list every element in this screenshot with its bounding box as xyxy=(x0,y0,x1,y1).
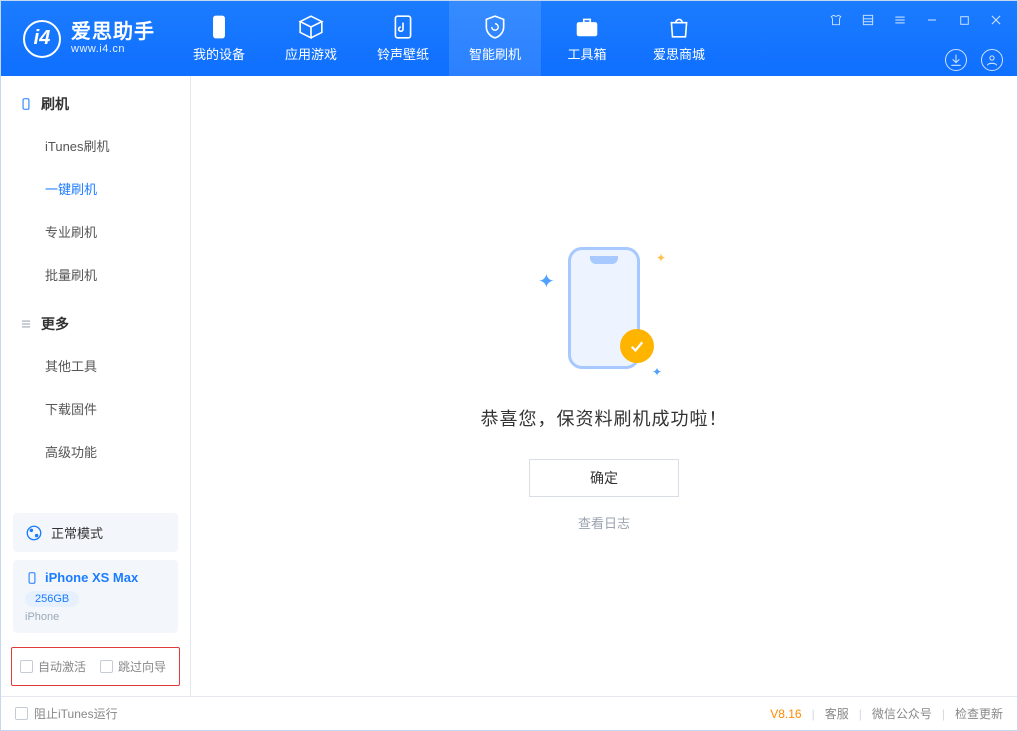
menu-icon[interactable] xyxy=(889,9,911,31)
flash-options-highlighted: 自动激活 跳过向导 xyxy=(11,647,180,686)
sparkle-icon: ✦ xyxy=(652,365,662,379)
device-mode-label: 正常模式 xyxy=(51,523,103,542)
cube-icon xyxy=(298,14,324,40)
sidebar-section-more: 更多 xyxy=(1,296,190,344)
logo-title: 爱思助手 xyxy=(71,21,155,43)
app-window: i4 爱思助手 www.i4.cn 我的设备 应用游戏 铃声壁纸 智能刷机 xyxy=(0,0,1018,731)
sidebar-item-itunes-flash[interactable]: iTunes刷机 xyxy=(1,124,190,167)
close-button[interactable] xyxy=(985,9,1007,31)
sidebar-section-label: 更多 xyxy=(41,314,69,334)
checkbox-label: 阻止iTunes运行 xyxy=(34,705,118,722)
sidebar-item-other-tools[interactable]: 其他工具 xyxy=(1,344,190,387)
checkbox-icon xyxy=(15,707,28,720)
mode-icon xyxy=(25,524,43,542)
body: 刷机 iTunes刷机 一键刷机 专业刷机 批量刷机 更多 其他工具 下载固件 … xyxy=(1,76,1017,696)
shirt-icon[interactable] xyxy=(825,9,847,31)
sidebar-item-oneclick-flash[interactable]: 一键刷机 xyxy=(1,167,190,210)
main-content: ✦ ✦ ✦ 恭喜您，保资料刷机成功啦！ 确定 查看日志 xyxy=(191,76,1017,696)
version-label: V8.16 xyxy=(770,707,801,721)
sidebar-item-download-firmware[interactable]: 下载固件 xyxy=(1,387,190,430)
logo-subtitle: www.i4.cn xyxy=(71,43,155,55)
tab-smart-flash[interactable]: 智能刷机 xyxy=(449,1,541,76)
list-icon[interactable] xyxy=(857,9,879,31)
tab-apps[interactable]: 应用游戏 xyxy=(265,1,357,76)
tab-label: 智能刷机 xyxy=(469,44,521,63)
music-file-icon xyxy=(390,14,416,40)
block-itunes-checkbox[interactable]: 阻止iTunes运行 xyxy=(15,705,118,722)
phone-icon xyxy=(206,14,232,40)
tab-toolbox[interactable]: 工具箱 xyxy=(541,1,633,76)
tab-label: 工具箱 xyxy=(567,44,606,63)
device-icon xyxy=(19,97,33,111)
user-button[interactable] xyxy=(981,49,1003,71)
tab-label: 爱思商城 xyxy=(653,44,705,63)
maximize-button[interactable] xyxy=(953,9,975,31)
tab-ringtones[interactable]: 铃声壁纸 xyxy=(357,1,449,76)
tab-label: 应用游戏 xyxy=(285,44,337,63)
wechat-link[interactable]: 微信公众号 xyxy=(872,705,932,722)
sidebar-item-advanced[interactable]: 高级功能 xyxy=(1,430,190,473)
device-name: iPhone XS Max xyxy=(45,570,138,585)
checkbox-icon xyxy=(20,660,33,673)
success-illustration: ✦ ✦ ✦ xyxy=(544,241,664,381)
list-icon xyxy=(19,317,33,331)
logo: i4 爱思助手 www.i4.cn xyxy=(1,20,173,58)
header: i4 爱思助手 www.i4.cn 我的设备 应用游戏 铃声壁纸 智能刷机 xyxy=(1,1,1017,76)
sparkle-icon: ✦ xyxy=(538,269,555,294)
auto-activate-checkbox[interactable]: 自动激活 xyxy=(20,658,86,675)
footer: 阻止iTunes运行 V8.16 | 客服 | 微信公众号 | 检查更新 xyxy=(1,696,1017,730)
sidebar: 刷机 iTunes刷机 一键刷机 专业刷机 批量刷机 更多 其他工具 下载固件 … xyxy=(1,76,191,696)
tab-store[interactable]: 爱思商城 xyxy=(633,1,725,76)
shield-refresh-icon xyxy=(482,14,508,40)
bag-icon xyxy=(666,14,692,40)
sidebar-section-label: 刷机 xyxy=(41,94,69,114)
tab-my-device[interactable]: 我的设备 xyxy=(173,1,265,76)
device-type: iPhone xyxy=(25,611,166,623)
sidebar-item-batch-flash[interactable]: 批量刷机 xyxy=(1,253,190,296)
checkbox-icon xyxy=(100,660,113,673)
tab-label: 铃声壁纸 xyxy=(377,44,429,63)
confirm-button[interactable]: 确定 xyxy=(529,459,679,497)
window-controls xyxy=(825,9,1007,31)
skip-guide-checkbox[interactable]: 跳过向导 xyxy=(100,658,166,675)
sidebar-section-flash: 刷机 xyxy=(1,76,190,124)
device-mode-card[interactable]: 正常模式 xyxy=(13,513,178,552)
customer-service-link[interactable]: 客服 xyxy=(825,705,849,722)
device-card[interactable]: iPhone XS Max 256GB iPhone xyxy=(13,560,178,633)
view-log-link[interactable]: 查看日志 xyxy=(578,513,630,532)
main-tabs: 我的设备 应用游戏 铃声壁纸 智能刷机 工具箱 爱思商城 xyxy=(173,1,725,76)
tab-label: 我的设备 xyxy=(193,44,245,63)
checkmark-badge-icon xyxy=(620,329,654,363)
sparkle-icon: ✦ xyxy=(656,251,666,265)
logo-icon: i4 xyxy=(23,20,61,58)
phone-icon xyxy=(25,571,39,585)
device-capacity: 256GB xyxy=(25,591,79,607)
checkbox-label: 跳过向导 xyxy=(118,658,166,675)
download-button[interactable] xyxy=(945,49,967,71)
success-message: 恭喜您，保资料刷机成功啦！ xyxy=(481,405,728,431)
briefcase-icon xyxy=(574,14,600,40)
sidebar-item-pro-flash[interactable]: 专业刷机 xyxy=(1,210,190,253)
checkbox-label: 自动激活 xyxy=(38,658,86,675)
check-update-link[interactable]: 检查更新 xyxy=(955,705,1003,722)
minimize-button[interactable] xyxy=(921,9,943,31)
header-right xyxy=(945,49,1003,71)
